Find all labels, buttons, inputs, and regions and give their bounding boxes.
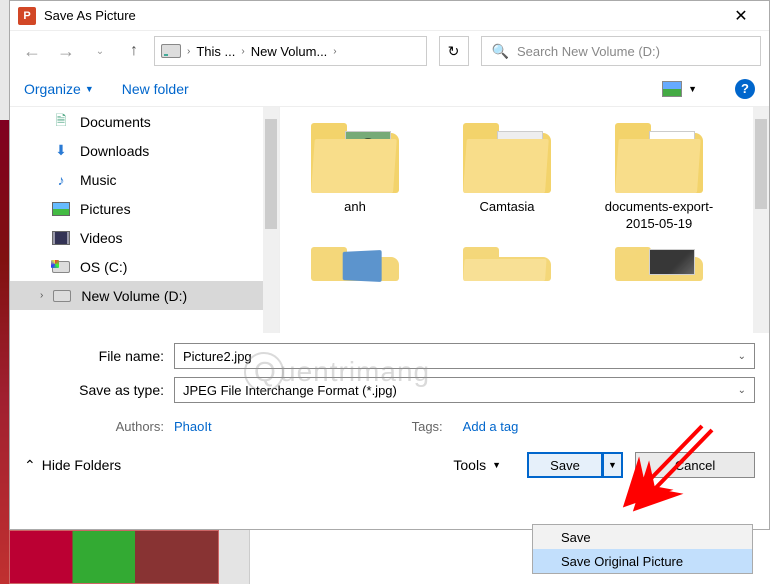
- folder-icon: [311, 251, 399, 281]
- dialog-footer: ⌃ Hide Folders Tools ▼ Save ▼ Cancel: [10, 434, 769, 492]
- search-placeholder: Search New Volume (D:): [517, 44, 660, 59]
- folder-anh[interactable]: anh: [290, 123, 420, 233]
- nav-forward-button[interactable]: →: [52, 37, 80, 65]
- save-dropdown-button[interactable]: ▼: [603, 452, 623, 478]
- tools-menu[interactable]: Tools ▼: [453, 457, 501, 473]
- nav-back-button[interactable]: ←: [18, 37, 46, 65]
- chevron-down-icon: ▼: [492, 460, 501, 470]
- folder-tree: 🗎 Documents ⬇ Downloads ♪ Music Pictures: [10, 107, 280, 333]
- chevron-down-icon[interactable]: ⌄: [738, 351, 746, 362]
- organize-menu[interactable]: Organize▼: [24, 81, 94, 97]
- save-as-dialog: P Save As Picture ✕ ← → ⌄ ↑ › This ... ›…: [9, 0, 770, 530]
- sidebar-scrollbar[interactable]: [263, 107, 279, 333]
- folder-icon: [463, 123, 551, 193]
- chevron-right-icon: ›: [333, 46, 336, 57]
- pictures-icon: [52, 200, 70, 218]
- chevron-right-icon: ›: [187, 46, 190, 57]
- nav-recent-dropdown[interactable]: ⌄: [86, 37, 114, 65]
- chevron-down-icon: ▼: [85, 84, 94, 94]
- metadata-row: Authors: PhaoIt Tags: Add a tag: [10, 415, 769, 434]
- view-icon: [662, 81, 682, 97]
- folder-partial[interactable]: [290, 251, 420, 281]
- folder-documents-export[interactable]: documents-export-2015-05-19: [594, 123, 724, 233]
- breadcrumb-level2[interactable]: New Volum...: [251, 44, 328, 59]
- dropdown-save[interactable]: Save: [533, 525, 752, 549]
- drive-icon: [52, 261, 70, 273]
- dropdown-save-original[interactable]: Save Original Picture: [533, 549, 752, 573]
- navigation-bar: ← → ⌄ ↑ › This ... › New Volum... › ↻ 🔍 …: [10, 31, 769, 71]
- content-scrollbar[interactable]: [753, 107, 769, 333]
- search-input[interactable]: 🔍 Search New Volume (D:): [481, 36, 762, 66]
- folder-icon: [615, 123, 703, 193]
- tree-documents[interactable]: 🗎 Documents: [10, 107, 279, 136]
- folder-icon: [463, 251, 551, 281]
- tags-label: Tags:: [412, 419, 443, 434]
- folder-icon: [615, 251, 703, 281]
- slide-thumbnail: [9, 530, 219, 584]
- documents-icon: 🗎: [52, 113, 70, 131]
- folder-partial[interactable]: [594, 251, 724, 281]
- window-title: Save As Picture: [44, 8, 721, 23]
- new-folder-button[interactable]: New folder: [122, 81, 189, 97]
- address-breadcrumb[interactable]: › This ... › New Volum... ›: [154, 36, 427, 66]
- folder-partial[interactable]: [442, 251, 572, 281]
- authors-label: Authors:: [24, 419, 164, 434]
- filename-input[interactable]: Picture2.jpg ⌄: [174, 343, 755, 369]
- tree-pictures[interactable]: Pictures: [10, 194, 279, 223]
- help-button[interactable]: ?: [735, 79, 755, 99]
- save-dropdown-menu: Save Save Original Picture: [532, 524, 753, 574]
- titlebar: P Save As Picture ✕: [10, 1, 769, 31]
- filename-label: File name:: [24, 348, 164, 364]
- tree-videos[interactable]: Videos: [10, 223, 279, 252]
- tree-music[interactable]: ♪ Music: [10, 165, 279, 194]
- powerpoint-icon: P: [18, 7, 36, 25]
- chevron-up-icon: ⌃: [24, 457, 36, 474]
- chevron-right-icon: ›: [40, 290, 43, 301]
- folder-camtasia[interactable]: Camtasia: [442, 123, 572, 233]
- refresh-button[interactable]: ↻: [439, 36, 469, 66]
- chevron-down-icon: ▼: [688, 84, 697, 94]
- search-icon: 🔍: [492, 43, 509, 60]
- chevron-right-icon: ›: [241, 46, 244, 57]
- hide-folders-button[interactable]: ⌃ Hide Folders: [24, 457, 121, 474]
- tags-value[interactable]: Add a tag: [463, 419, 519, 434]
- folder-icon: [311, 123, 399, 193]
- downloads-icon: ⬇: [52, 142, 70, 160]
- cancel-button[interactable]: Cancel: [635, 452, 755, 478]
- chevron-down-icon[interactable]: ⌄: [738, 385, 746, 396]
- drive-icon: [53, 290, 71, 302]
- music-icon: ♪: [52, 171, 70, 189]
- save-button[interactable]: Save: [527, 452, 603, 478]
- authors-value[interactable]: PhaoIt: [174, 419, 212, 434]
- tree-drive-c[interactable]: OS (C:): [10, 252, 279, 281]
- close-button[interactable]: ✕: [721, 2, 761, 30]
- toolbar: Organize▼ New folder ▼ ?: [10, 71, 769, 107]
- nav-up-button[interactable]: ↑: [120, 37, 148, 65]
- savetype-label: Save as type:: [24, 382, 164, 398]
- background-strip: [0, 120, 9, 584]
- view-menu[interactable]: ▼: [662, 81, 697, 97]
- videos-icon: [52, 229, 70, 247]
- folder-content[interactable]: anh Camtasia documents-export-2015-05-19: [280, 107, 769, 333]
- drive-icon: [161, 44, 181, 58]
- tree-downloads[interactable]: ⬇ Downloads: [10, 136, 279, 165]
- breadcrumb-level1[interactable]: This ...: [196, 44, 235, 59]
- save-form: File name: Picture2.jpg ⌄ Save as type: …: [10, 333, 769, 415]
- savetype-select[interactable]: JPEG File Interchange Format (*.jpg) ⌄: [174, 377, 755, 403]
- tree-drive-d[interactable]: › New Volume (D:): [10, 281, 279, 310]
